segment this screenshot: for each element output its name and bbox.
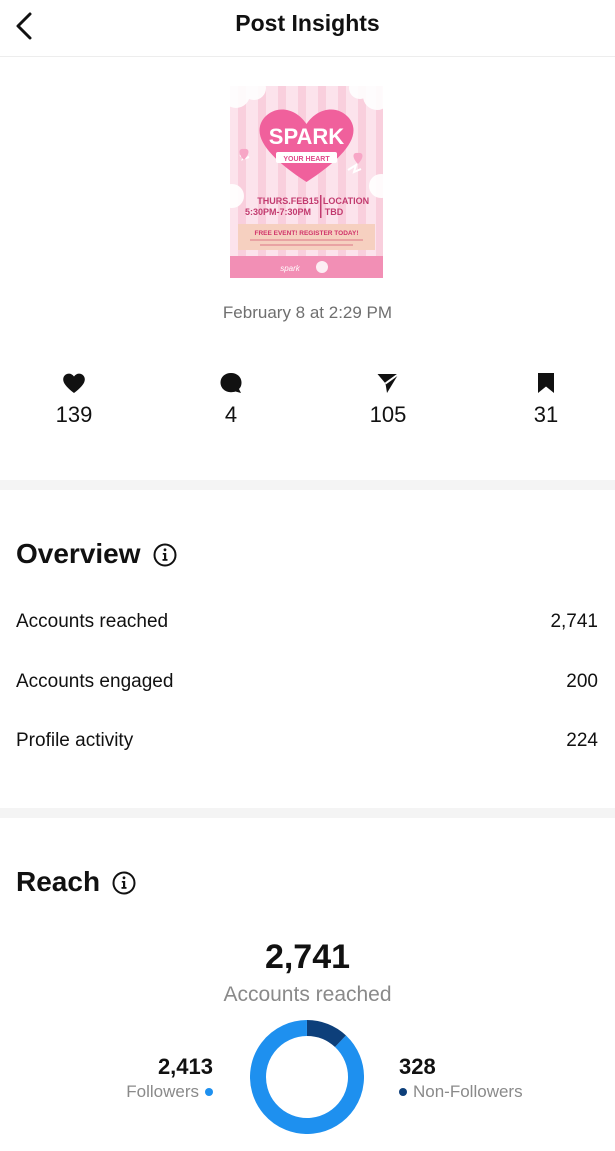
followers-label: Followers <box>126 1082 199 1101</box>
overview-row-accounts-reached[interactable]: Accounts reached 2,741 <box>16 611 598 633</box>
section-divider <box>0 808 615 818</box>
likes-count: 139 <box>55 402 93 427</box>
flyer-date: THURS.FEB15 <box>257 196 319 206</box>
flyer-subhead: YOUR HEART <box>283 156 330 163</box>
row-value: 224 <box>566 730 598 751</box>
row-value: 2,741 <box>550 611 598 632</box>
non-followers-legend: 328 Non-Followers <box>399 1054 523 1102</box>
overview-row-profile-activity[interactable]: Profile activity 224 <box>16 730 598 752</box>
overview-title: Overview <box>16 538 141 569</box>
flyer-time: 5:30PM-7:30PM <box>245 207 311 217</box>
comments-stat[interactable]: 4 <box>171 372 291 428</box>
comments-count: 4 <box>224 402 238 427</box>
non-followers-dot <box>399 1088 407 1096</box>
section-divider <box>0 480 615 490</box>
non-followers-arc <box>306 1020 346 1048</box>
row-label: Accounts engaged <box>16 671 174 692</box>
share-icon <box>377 373 400 393</box>
saves-count: 31 <box>533 402 559 427</box>
shares-count: 105 <box>369 402 407 427</box>
reach-total-label: Accounts reached <box>223 983 392 1006</box>
event-flyer-image: SPARK YOUR HEART THURS.FEB15 5:30PM-7:30… <box>230 86 383 278</box>
non-followers-value: 328 <box>399 1054 436 1079</box>
row-label: Profile activity <box>16 730 134 751</box>
post-thumbnail[interactable]: SPARK YOUR HEART THURS.FEB15 5:30PM-7:30… <box>230 86 383 278</box>
overview-row-accounts-engaged[interactable]: Accounts engaged 200 <box>16 671 598 693</box>
flyer-banner: FREE EVENT! REGISTER TODAY! <box>254 230 358 237</box>
followers-legend: 2,413 Followers <box>126 1054 213 1102</box>
page-title: Post Insights <box>235 10 380 36</box>
heart-icon <box>63 373 85 393</box>
reach-title: Reach <box>16 866 101 897</box>
top-bar: Post Insights <box>0 0 615 57</box>
row-label: Accounts reached <box>16 611 169 632</box>
reach-info-icon[interactable] <box>112 870 136 895</box>
followers-arc <box>250 1020 364 1134</box>
followers-value: 2,413 <box>157 1054 213 1079</box>
reach-heading: Reach <box>16 866 136 898</box>
reach-total: 2,741 <box>264 938 351 976</box>
flyer-headline: SPARK <box>269 124 344 149</box>
comment-icon <box>220 373 242 393</box>
likes-stat[interactable]: 139 <box>14 372 134 428</box>
overview-heading: Overview <box>16 538 177 570</box>
non-followers-label: Non-Followers <box>413 1082 523 1101</box>
row-value: 200 <box>566 671 598 692</box>
flyer-brand: spark <box>280 264 301 273</box>
bookmark-icon <box>538 373 554 393</box>
reach-donut-chart <box>250 1020 364 1134</box>
flyer-location-value: TBD <box>325 207 344 217</box>
flyer-location-label: LOCATION <box>323 196 369 206</box>
followers-dot <box>205 1088 213 1096</box>
shares-stat[interactable]: 105 <box>328 372 448 428</box>
post-date: February 8 at 2:29 PM <box>222 303 393 322</box>
overview-info-icon[interactable] <box>153 542 177 567</box>
saves-stat[interactable]: 31 <box>486 372 606 428</box>
